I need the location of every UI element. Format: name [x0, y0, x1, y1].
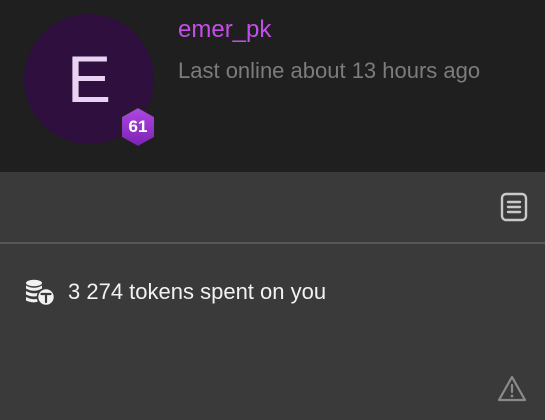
- coins-icon: [24, 276, 56, 308]
- username[interactable]: emer_pk: [178, 16, 271, 44]
- tokens-spent-text: 3 274 tokens spent on you: [68, 279, 327, 304]
- profile-card: E 61 emer_pk Last online about 13 hours …: [0, 0, 545, 420]
- level-number: 61: [128, 117, 148, 136]
- tokens-spent-row: 3 274 tokens spent on you: [24, 276, 326, 308]
- document-icon[interactable]: [498, 191, 530, 223]
- last-online-status: Last online about 13 hours ago: [178, 58, 481, 83]
- profile-header: E 61 emer_pk Last online about 13 hours …: [0, 0, 545, 172]
- level-badge: 61: [116, 105, 160, 149]
- divider: [0, 242, 545, 244]
- warning-icon[interactable]: [496, 374, 528, 404]
- avatar-initial: E: [66, 42, 112, 116]
- profile-toolbar: [0, 172, 545, 242]
